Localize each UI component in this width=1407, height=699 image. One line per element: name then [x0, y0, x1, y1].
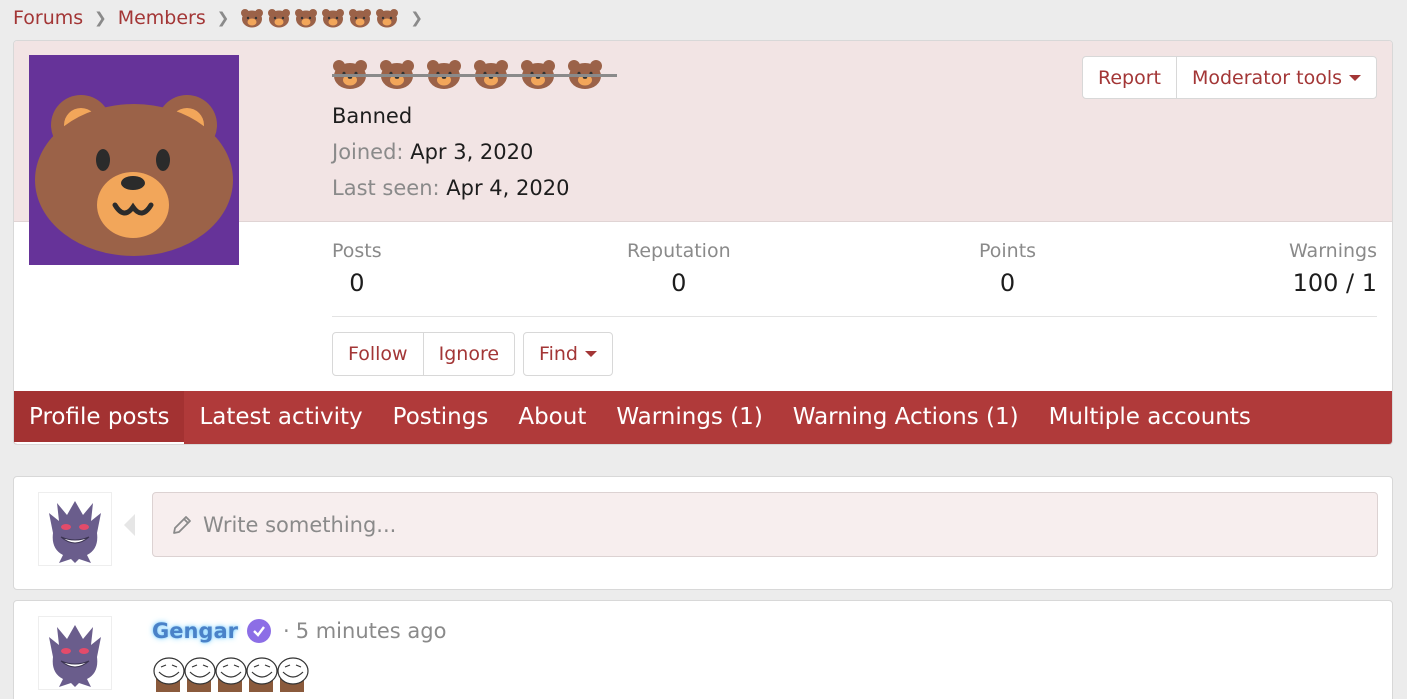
profile-action-buttons: Follow Ignore Find	[332, 332, 613, 376]
profile-stats: Posts 0 Reputation 0 Points 0 Warnings 1…	[332, 240, 1377, 317]
post-timestamp[interactable]: 5 minutes ago	[296, 619, 447, 643]
tab-warning-actions[interactable]: Warning Actions (1)	[778, 391, 1034, 444]
ignore-button[interactable]: Ignore	[424, 333, 514, 375]
last-seen-value: Apr 4, 2020	[446, 176, 570, 200]
profile-post: Gengar · 5 minutes ago	[13, 600, 1393, 699]
bear-emoji-icon	[376, 9, 399, 28]
tab-warnings[interactable]: Warnings (1)	[601, 391, 777, 444]
profile-tabs: Profile posts Latest activity Postings A…	[14, 391, 1392, 444]
trollface-emoji-icon	[277, 657, 309, 692]
last-seen-line: Last seen: Apr 4, 2020	[332, 176, 569, 200]
chevron-right-icon: ❯	[410, 9, 423, 27]
ignore-label: Ignore	[438, 343, 500, 365]
pencil-icon	[173, 515, 191, 534]
chevron-right-icon: ❯	[216, 9, 230, 27]
bear-emoji-icon	[295, 9, 318, 28]
caret-down-icon	[1349, 74, 1361, 81]
find-group: Find	[523, 332, 613, 376]
stat-reputation[interactable]: Reputation 0	[627, 240, 731, 297]
post-author-link[interactable]: Gengar	[152, 619, 238, 643]
stat-warnings-value: 100 / 1	[1292, 269, 1377, 297]
write-something-input[interactable]: Write something...	[152, 492, 1378, 557]
stat-reputation-value: 0	[671, 269, 687, 297]
joined-value: Apr 3, 2020	[410, 140, 534, 164]
stat-points-label: Points	[979, 240, 1037, 262]
report-button[interactable]: Report	[1083, 57, 1177, 98]
chevron-right-icon: ❯	[94, 9, 107, 27]
find-label: Find	[539, 343, 578, 365]
stat-posts-label: Posts	[332, 240, 382, 262]
joined-line: Joined: Apr 3, 2020	[332, 140, 533, 164]
stat-reputation-label: Reputation	[627, 240, 731, 262]
avatar[interactable]	[38, 616, 112, 690]
tab-postings[interactable]: Postings	[378, 391, 504, 444]
write-something-placeholder: Write something...	[203, 512, 397, 537]
joined-label: Joined:	[332, 140, 404, 164]
bear-emoji-icon	[349, 9, 372, 28]
avatar[interactable]	[29, 55, 239, 265]
stat-points[interactable]: Points 0	[979, 240, 1036, 297]
stat-posts[interactable]: Posts 0	[332, 240, 382, 297]
tab-profile-posts[interactable]: Profile posts	[14, 391, 185, 444]
caret-down-icon	[584, 351, 597, 357]
breadcrumb: Forums ❯ Members ❯ ❯	[13, 4, 434, 32]
separator-dot: ·	[283, 619, 290, 643]
find-button[interactable]: Find	[524, 333, 612, 375]
breadcrumb-members[interactable]: Members	[118, 7, 206, 29]
profile-top-button-group: Report Moderator tools	[1081, 56, 1377, 99]
tab-multiple-accounts[interactable]: Multiple accounts	[1034, 391, 1266, 444]
profile-post-composer: Write something...	[13, 476, 1393, 590]
composer-arrow	[124, 514, 135, 536]
tab-about[interactable]: About	[503, 391, 601, 444]
trollface-emoji-icon	[184, 657, 216, 692]
stat-posts-value: 0	[349, 269, 365, 297]
post-header: Gengar · 5 minutes ago	[152, 619, 446, 643]
follow-ignore-group: Follow Ignore	[332, 332, 516, 376]
trollface-emoji-icon	[246, 657, 278, 692]
gengar-avatar-icon	[49, 501, 101, 563]
breadcrumb-forums[interactable]: Forums	[13, 7, 83, 29]
trollface-emoji-icon	[153, 657, 185, 692]
trollface-emoji-icon	[215, 657, 247, 692]
stat-points-value: 0	[999, 269, 1016, 297]
verified-badge-icon	[247, 619, 271, 643]
avatar[interactable]	[38, 492, 112, 566]
tab-latest-activity[interactable]: Latest activity	[184, 391, 377, 444]
follow-label: Follow	[348, 343, 408, 365]
stat-warnings[interactable]: Warnings 100 / 1	[1289, 240, 1377, 297]
bear-emoji-icon	[241, 9, 264, 28]
profile-card: Banned Joined: Apr 3, 2020 Last seen: Ap…	[13, 40, 1393, 445]
post-body-emojis	[152, 656, 309, 692]
moderator-tools-label: Moderator tools	[1191, 66, 1342, 89]
follow-button[interactable]: Follow	[333, 333, 424, 375]
report-label: Report	[1097, 66, 1161, 89]
user-status: Banned	[332, 104, 413, 128]
breadcrumb-current-user[interactable]	[240, 8, 399, 28]
stat-warnings-label: Warnings	[1288, 240, 1377, 262]
bear-avatar-icon	[35, 95, 233, 256]
username-strikethrough	[332, 74, 617, 77]
gengar-avatar-icon	[49, 625, 101, 687]
bear-emoji-icon	[322, 9, 345, 28]
moderator-tools-button[interactable]: Moderator tools	[1177, 57, 1376, 98]
bear-emoji-icon	[268, 9, 291, 28]
last-seen-label: Last seen:	[332, 176, 440, 200]
